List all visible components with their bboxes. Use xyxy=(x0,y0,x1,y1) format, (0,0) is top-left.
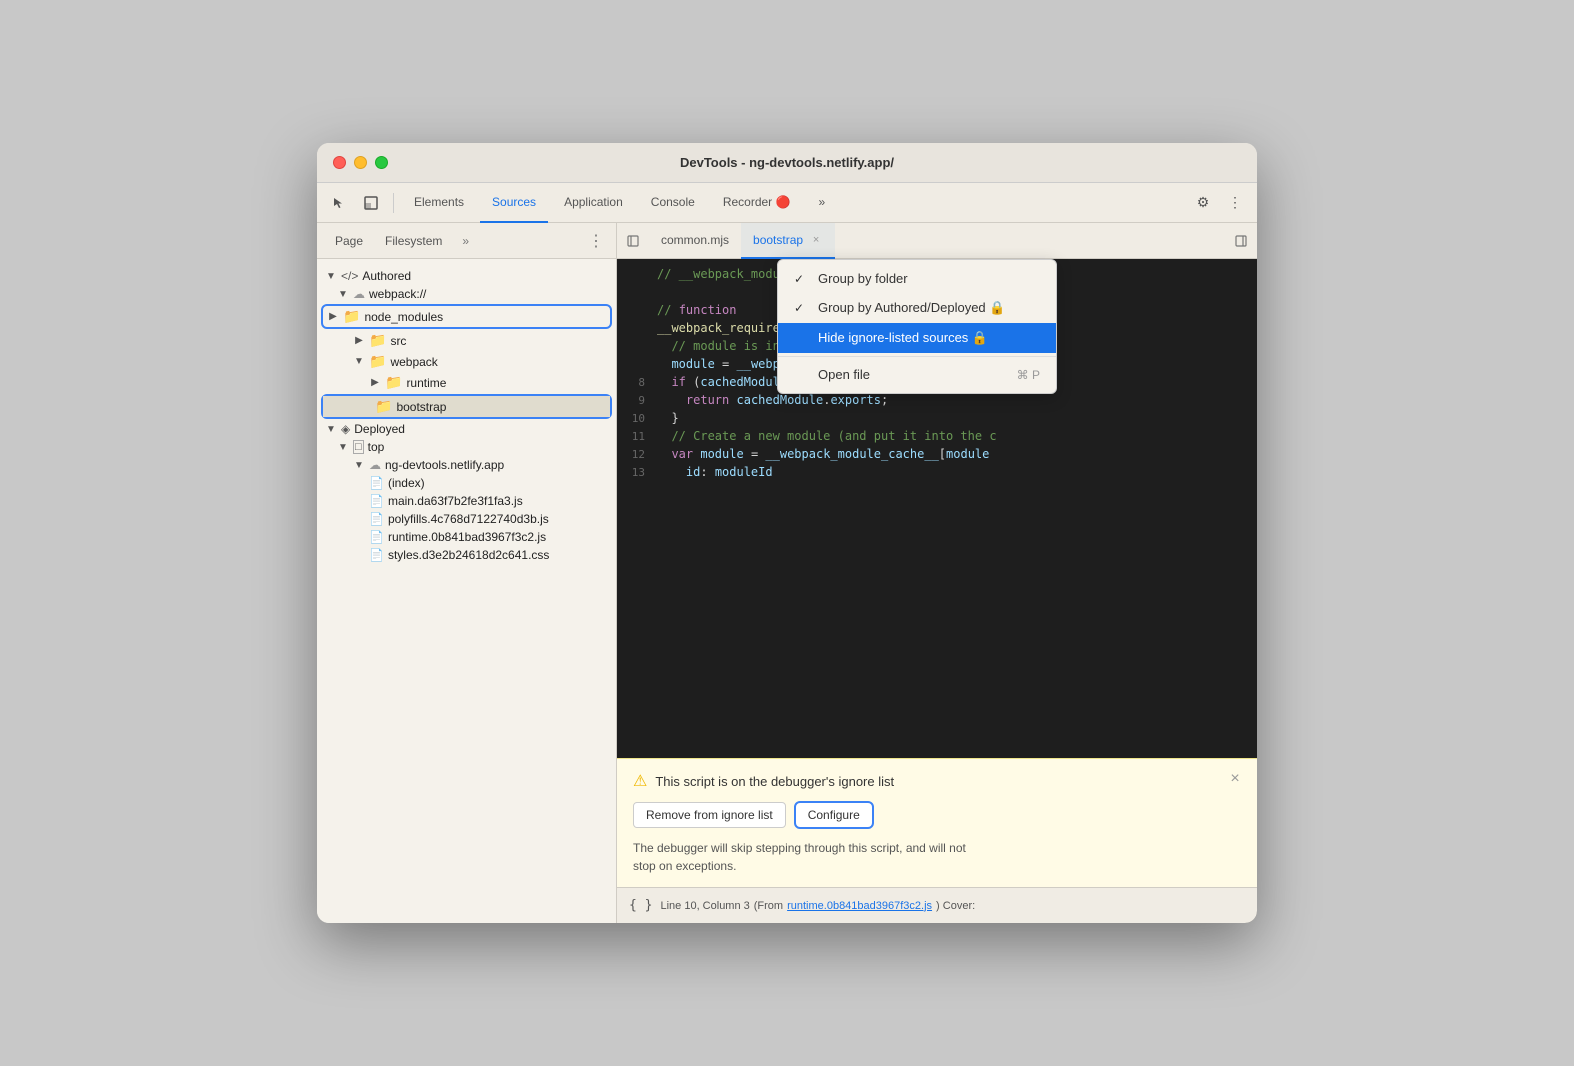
right-panel: common.mjs bootstrap × xyxy=(617,223,1257,923)
src-folder-icon: 📁 xyxy=(369,332,386,349)
menu-group-authored[interactable]: ✓ Group by Authored/Deployed 🔒 xyxy=(778,293,1056,323)
devtools-nav: Elements Sources Application Console Rec… xyxy=(317,183,1257,223)
traffic-lights xyxy=(333,156,388,169)
pretty-print-icon[interactable]: { } xyxy=(629,898,652,913)
top-arrow xyxy=(337,441,349,453)
top-icon: □ xyxy=(353,440,364,454)
code-line-10: 10 } xyxy=(617,411,1257,429)
maximize-button[interactable] xyxy=(375,156,388,169)
webpack-arrow xyxy=(337,288,349,300)
authored-arrow xyxy=(325,270,337,282)
tree-index[interactable]: 📄 (index) xyxy=(317,474,616,492)
polyfills-js-icon: 📄 xyxy=(369,512,384,526)
sidebar: Page Filesystem » ⋮ </> Authored ☁ xyxy=(317,223,617,923)
devtools-window: DevTools - ng-devtools.netlify.app/ Elem… xyxy=(317,143,1257,923)
check-icon: ✓ xyxy=(794,272,810,286)
deployed-arrow xyxy=(325,423,337,435)
warning-icon: ⚠ xyxy=(633,771,647,791)
window-title: DevTools - ng-devtools.netlify.app/ xyxy=(680,155,894,170)
index-file-icon: 📄 xyxy=(369,476,384,490)
node-modules-arrow xyxy=(327,311,339,323)
runtime-arrow xyxy=(369,377,381,389)
menu-divider xyxy=(778,356,1056,357)
tree-styles-css[interactable]: 📄 styles.d3e2b24618d2c641.css xyxy=(317,546,616,564)
check-icon-2: ✓ xyxy=(794,301,810,315)
tab-bootstrap[interactable]: bootstrap × xyxy=(741,223,835,259)
styles-css-icon: 📄 xyxy=(369,548,384,562)
minimize-button[interactable] xyxy=(354,156,367,169)
tree-authored[interactable]: </> Authored xyxy=(317,267,616,285)
shortcut-label: ⌘ P xyxy=(1017,368,1040,382)
context-menu: ✓ Group by folder ✓ Group by Authored/De… xyxy=(777,259,1057,394)
status-bar: { } Line 10, Column 3 (From runtime.0b84… xyxy=(617,887,1257,923)
runtime-folder-icon: 📁 xyxy=(385,374,402,391)
tree-bootstrap[interactable]: 📁 bootstrap xyxy=(323,396,610,417)
tree-main-js[interactable]: 📄 main.da63f7b2fe3f1fa3.js xyxy=(317,492,616,510)
runtime-link[interactable]: runtime.0b841bad3967f3c2.js xyxy=(787,900,932,912)
tree-netlify[interactable]: ☁ ng-devtools.netlify.app xyxy=(317,456,616,474)
configure-button[interactable]: Configure xyxy=(794,801,874,829)
main-content: Page Filesystem » ⋮ </> Authored ☁ xyxy=(317,223,1257,923)
tree-top[interactable]: □ top xyxy=(317,438,616,456)
tree-runtime[interactable]: 📁 runtime xyxy=(317,372,616,393)
sidebar-options-icon[interactable]: ⋮ xyxy=(584,229,608,253)
node-modules-outline: 📁 node_modules xyxy=(321,304,612,329)
file-tab-bar: common.mjs bootstrap × xyxy=(617,223,1257,259)
code-icon: </> xyxy=(341,269,358,283)
menu-group-folder[interactable]: ✓ Group by folder xyxy=(778,264,1056,293)
sidebar-tabs-more[interactable]: » xyxy=(458,232,473,250)
netlify-arrow xyxy=(353,459,365,471)
sidebar-tab-page[interactable]: Page xyxy=(325,230,373,252)
folder-icon: 📁 xyxy=(343,308,360,325)
dock-icon[interactable] xyxy=(357,189,385,217)
tree-webpack-root[interactable]: ☁ webpack:// xyxy=(317,285,616,303)
tab-close-icon[interactable]: × xyxy=(809,233,823,247)
ignore-warning-actions: Remove from ignore list Configure xyxy=(633,801,1241,829)
tab-recorder[interactable]: Recorder 🔴 xyxy=(711,183,803,223)
webpack-folder-icon: 📁 xyxy=(369,353,386,370)
tab-console[interactable]: Console xyxy=(639,183,707,223)
cursor-icon[interactable] xyxy=(325,189,353,217)
tree-src[interactable]: 📁 src xyxy=(317,330,616,351)
ignore-warning-panel: ⚠ This script is on the debugger's ignor… xyxy=(617,758,1257,887)
code-line-13: 13 id: moduleId xyxy=(617,465,1257,483)
close-warning-icon[interactable]: × xyxy=(1225,769,1245,789)
tree-runtime-js[interactable]: 📄 runtime.0b841bad3967f3c2.js xyxy=(317,528,616,546)
settings-icon[interactable]: ⚙ xyxy=(1189,189,1217,217)
tab-more[interactable]: » xyxy=(806,183,837,223)
more-options-icon[interactable]: ⋮ xyxy=(1221,189,1249,217)
src-arrow xyxy=(353,335,365,347)
sidebar-tab-filesystem[interactable]: Filesystem xyxy=(375,230,452,252)
tab-sources[interactable]: Sources xyxy=(480,183,548,223)
tree-polyfills-js[interactable]: 📄 polyfills.4c768d7122740d3b.js xyxy=(317,510,616,528)
webpack-folder-arrow xyxy=(353,356,365,368)
tree-webpack-folder[interactable]: 📁 webpack xyxy=(317,351,616,372)
code-line-9: 9 return cachedModule.exports; xyxy=(617,393,1257,411)
main-js-icon: 📄 xyxy=(369,494,384,508)
code-line-11: 11 // Create a new module (and put it in… xyxy=(617,429,1257,447)
runtime-js-icon: 📄 xyxy=(369,530,384,544)
tree-node-modules[interactable]: 📁 node_modules xyxy=(323,306,610,327)
menu-open-file[interactable]: Open file ⌘ P xyxy=(778,360,1056,389)
menu-hide-ignore[interactable]: Hide ignore-listed sources 🔒 xyxy=(778,323,1056,353)
tab-elements[interactable]: Elements xyxy=(402,183,476,223)
tree-deployed[interactable]: ◈ Deployed xyxy=(317,420,616,438)
file-tree: </> Authored ☁ webpack:// 📁 node_modules xyxy=(317,259,616,923)
collapse-right-icon[interactable] xyxy=(1229,229,1253,253)
bootstrap-outline: 📁 bootstrap xyxy=(321,394,612,419)
nav-divider xyxy=(393,193,394,213)
tab-application[interactable]: Application xyxy=(552,183,635,223)
ignore-description: The debugger will skip stepping through … xyxy=(633,839,1241,875)
tab-common-mjs[interactable]: common.mjs xyxy=(649,223,741,259)
title-bar: DevTools - ng-devtools.netlify.app/ xyxy=(317,143,1257,183)
bootstrap-folder-icon: 📁 xyxy=(375,398,392,415)
sidebar-tab-bar: Page Filesystem » ⋮ xyxy=(317,223,616,259)
code-line-12: 12 var module = __webpack_module_cache__… xyxy=(617,447,1257,465)
nav-right-icons: ⚙ ⋮ xyxy=(1189,189,1249,217)
collapse-sidebar-icon[interactable] xyxy=(621,229,645,253)
remove-from-ignore-button[interactable]: Remove from ignore list xyxy=(633,802,786,828)
ignore-warning-header: ⚠ This script is on the debugger's ignor… xyxy=(633,771,1241,791)
close-button[interactable] xyxy=(333,156,346,169)
